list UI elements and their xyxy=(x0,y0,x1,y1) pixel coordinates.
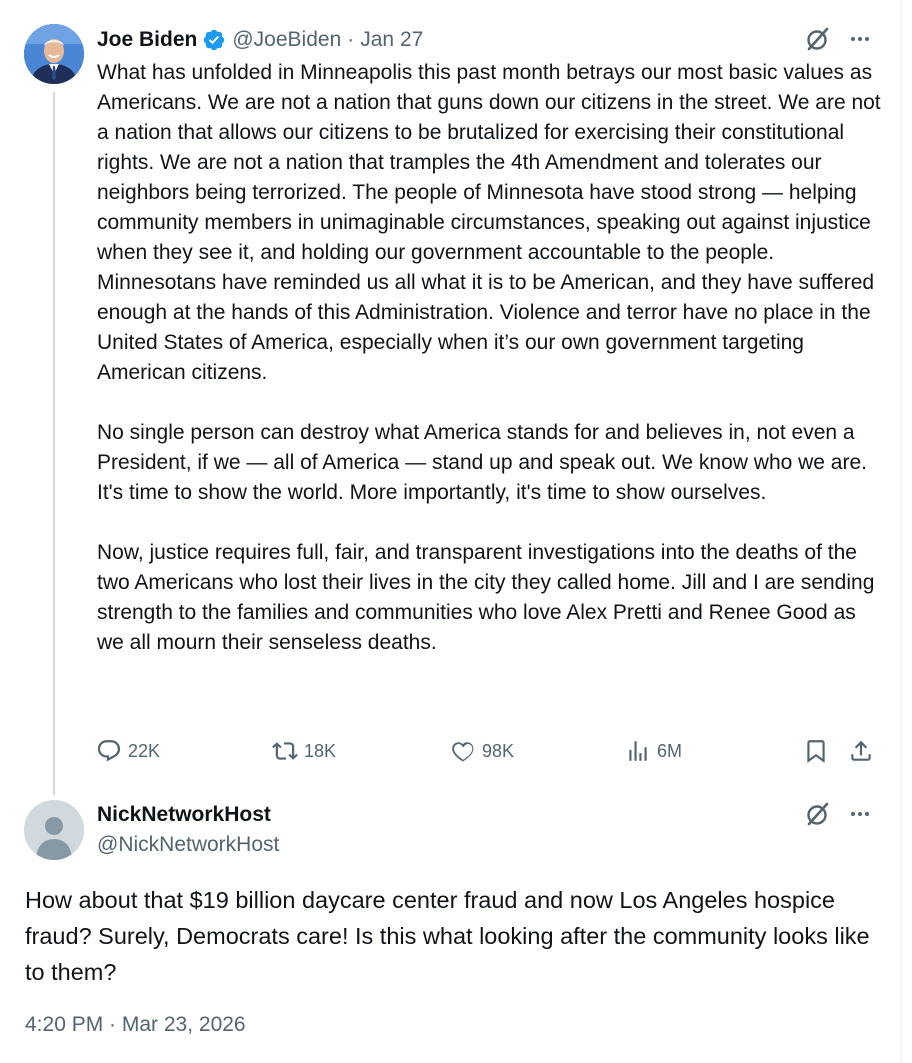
conversation-frame: Joe Biden @JoeBiden · Jan 27 What has un… xyxy=(0,0,902,1063)
views-button[interactable]: 6M xyxy=(625,734,682,768)
tweet-date[interactable]: Jan 27 xyxy=(360,28,423,52)
share-button[interactable] xyxy=(848,734,880,768)
reply-text: How about that $19 billion daycare cente… xyxy=(25,887,870,985)
like-icon xyxy=(452,742,474,762)
reply-timestamp[interactable]: 4:20 PM · Mar 23, 2026 xyxy=(25,1013,246,1037)
more-icon[interactable] xyxy=(847,801,873,827)
tweet-header-actions xyxy=(805,26,873,52)
share-icon xyxy=(851,740,871,761)
avatar-nicknetworkhost[interactable] xyxy=(24,800,84,860)
dot-separator: · xyxy=(347,28,355,51)
reply-author-name[interactable]: NickNetworkHost xyxy=(97,800,279,830)
reply-button[interactable]: 22K xyxy=(96,734,160,768)
tweet-paragraph: Now, justice requires full, fair, and tr… xyxy=(97,541,875,654)
default-avatar-image xyxy=(24,800,84,860)
reply-header-actions xyxy=(805,801,873,827)
repost-icon xyxy=(272,742,298,760)
views-count: 6M xyxy=(657,740,683,761)
author-handle[interactable]: @JoeBiden xyxy=(232,28,341,52)
tweet-paragraph: No single person can destroy what Americ… xyxy=(97,421,867,504)
avatar-joe-biden[interactable] xyxy=(24,24,84,84)
reply-icon xyxy=(97,740,121,762)
repost-button[interactable]: 18K xyxy=(272,734,336,768)
reply-count: 22K xyxy=(128,740,161,761)
grok-icon[interactable] xyxy=(805,801,831,827)
reply-author-handle[interactable]: @NickNetworkHost xyxy=(97,830,279,860)
tweet-paragraph: What has unfolded in Minneapolis this pa… xyxy=(97,61,881,384)
like-count: 98K xyxy=(482,740,515,761)
tweet-header: Joe Biden @JoeBiden · Jan 27 xyxy=(97,24,423,56)
tweet-text: What has unfolded in Minneapolis this pa… xyxy=(97,58,882,658)
grok-icon[interactable] xyxy=(805,26,831,52)
bookmark-button[interactable] xyxy=(803,734,835,768)
author-name[interactable]: Joe Biden xyxy=(97,28,197,52)
thread-connector-line xyxy=(53,92,55,795)
reply-author-block: NickNetworkHost @NickNetworkHost xyxy=(97,800,279,860)
verified-badge-icon[interactable] xyxy=(202,28,226,52)
more-icon[interactable] xyxy=(847,26,873,52)
like-button[interactable]: 98K xyxy=(450,734,514,768)
bookmark-icon xyxy=(807,740,825,763)
repost-count: 18K xyxy=(304,740,337,761)
tweet-action-bar: 22K 18K 98K 6M xyxy=(96,734,876,768)
views-icon xyxy=(629,741,647,761)
avatar-portrait-image xyxy=(24,24,84,84)
